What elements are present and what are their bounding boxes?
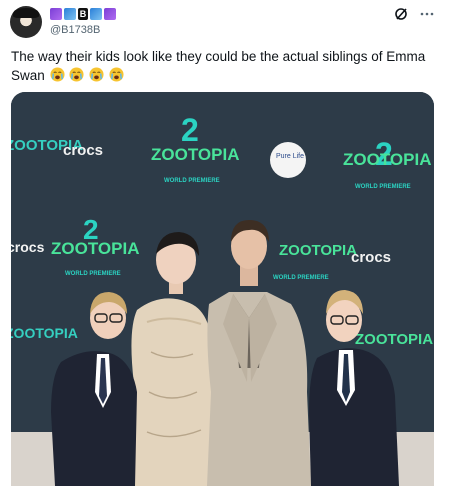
avatar[interactable] xyxy=(10,6,42,38)
post-text: The way their kids look like they could … xyxy=(11,47,436,85)
crying-face-icon xyxy=(109,67,124,82)
sky-emoji-icon xyxy=(64,8,76,20)
backdrop-logo-zootopia: ZOOTOPIA xyxy=(355,331,433,348)
backdrop-logo-pure-life: Pure Life xyxy=(270,142,306,178)
backdrop-logo-crocs: crocs xyxy=(11,239,45,255)
backdrop-logo-crocs: crocs xyxy=(63,142,103,159)
crying-face-icon xyxy=(69,67,84,82)
svg-text:WORLD PREMIERE: WORLD PREMIERE xyxy=(273,275,329,281)
post-photo[interactable]: ZOOTOPIA crocs 2 ZOOTOPIA WORLD PREMIERE… xyxy=(11,92,434,486)
more-icon[interactable] xyxy=(420,7,434,21)
crying-face-icon xyxy=(50,67,65,82)
crying-face-icon xyxy=(89,67,104,82)
sparkle-emoji-icon xyxy=(104,8,116,20)
svg-text:WORLD PREMIERE: WORLD PREMIERE xyxy=(164,178,220,184)
svg-text:ZOOTOPIA: ZOOTOPIA xyxy=(343,150,431,169)
letter-b-badge: B xyxy=(78,8,88,20)
svg-text:ZOOTOPIA: ZOOTOPIA xyxy=(151,145,239,164)
grok-icon[interactable] xyxy=(394,7,408,21)
display-name[interactable]: B xyxy=(50,7,116,21)
svg-text:2: 2 xyxy=(181,112,199,148)
svg-text:WORLD PREMIERE: WORLD PREMIERE xyxy=(355,184,411,190)
svg-text:WORLD PREMIERE: WORLD PREMIERE xyxy=(65,271,121,277)
svg-text:ZOOTOPIA: ZOOTOPIA xyxy=(279,242,357,259)
user-handle[interactable]: @B1738B xyxy=(50,24,100,36)
svg-text:Pure Life: Pure Life xyxy=(276,153,304,160)
backdrop-logo-zootopia: ZOOTOPIA xyxy=(11,325,78,341)
backdrop-logo-crocs: crocs xyxy=(351,249,391,266)
sparkle-emoji-icon xyxy=(50,8,62,20)
sky-emoji-icon xyxy=(90,8,102,20)
svg-text:ZOOTOPIA: ZOOTOPIA xyxy=(51,239,139,258)
